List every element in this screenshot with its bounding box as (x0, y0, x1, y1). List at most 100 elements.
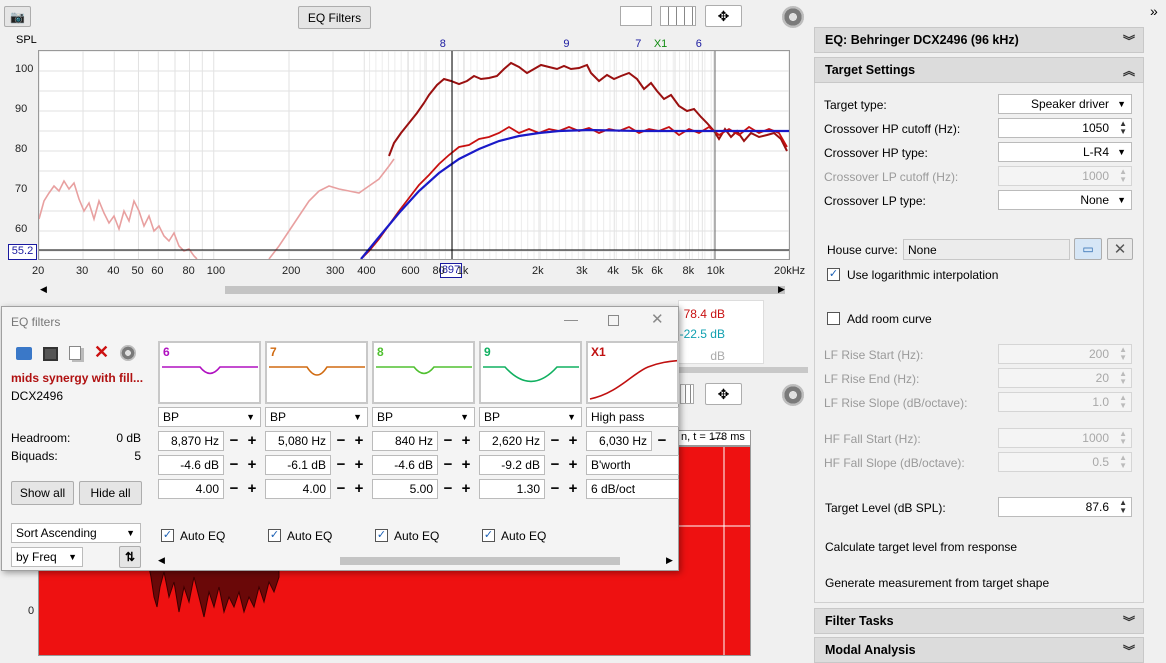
filter-preview-9[interactable]: 9 (479, 341, 582, 404)
target-level-field[interactable]: 87.6 ▲ ▼ (998, 497, 1132, 517)
auto-eq-checkbox[interactable]: ✓ (268, 529, 281, 542)
filter-freq-field[interactable]: 5,080 Hz (265, 431, 331, 451)
filter-preview-6[interactable]: 6 (158, 341, 261, 404)
generate-measurement-link[interactable]: Generate measurement from target shape (825, 576, 1049, 590)
minus-icon[interactable]: − (548, 455, 562, 475)
spl-horizontal-scrollbar[interactable]: ◀ ▶ (38, 284, 790, 296)
scrollbar-thumb[interactable] (225, 286, 785, 294)
chevron-down-icon[interactable]: ▼ (1117, 99, 1126, 109)
filter-q-field[interactable]: 1.30 (479, 479, 545, 499)
filter-freq-field[interactable]: 6,030 Hz (586, 431, 652, 451)
settings-gear-icon[interactable] (120, 345, 136, 361)
plus-icon[interactable]: + (245, 431, 259, 451)
hide-all-button[interactable]: Hide all (79, 481, 142, 505)
add-room-checkbox[interactable] (827, 312, 840, 325)
move-axes-button[interactable]: ✥ (705, 5, 742, 27)
plus-icon[interactable]: + (566, 431, 580, 451)
filter-freq-field[interactable]: 2,620 Hz (479, 431, 545, 451)
auto-eq-checkbox[interactable]: ✓ (482, 529, 495, 542)
minus-icon[interactable]: − (227, 455, 241, 475)
filter-q-field[interactable]: 4.00 (265, 479, 331, 499)
lower-gear-icon[interactable] (782, 384, 804, 406)
chevron-down-icon[interactable]: ▼ (1117, 147, 1126, 157)
filter-gain-field[interactable]: -6.1 dB (265, 455, 331, 475)
minus-icon[interactable]: − (441, 455, 455, 475)
plus-icon[interactable]: + (245, 479, 259, 499)
layout-single-icon[interactable] (620, 6, 652, 26)
filter-gain-field[interactable]: -4.6 dB (372, 455, 438, 475)
plus-icon[interactable]: + (459, 431, 473, 451)
plus-icon[interactable]: + (459, 455, 473, 475)
sort-by-select[interactable]: by Freq ▼ (11, 547, 83, 567)
setting-dropdown[interactable]: L-R4 ▼ (998, 142, 1132, 162)
close-icon[interactable]: ✕ (651, 310, 664, 328)
scroll-right-icon[interactable]: ▶ (778, 284, 785, 295)
eq-panel-header[interactable]: EQ: Behringer DCX2496 (96 kHz) ︾ (814, 27, 1144, 53)
chevron-down-icon[interactable]: ︾ (1123, 32, 1135, 49)
chevron-down-icon[interactable]: ︾ (1123, 613, 1135, 630)
setting-dropdown[interactable]: Speaker driver ▼ (998, 94, 1132, 114)
filter-tasks-header[interactable]: Filter Tasks ︾ (814, 608, 1144, 634)
spinner-icon[interactable]: ▲ ▼ (1119, 120, 1127, 136)
clear-house-curve-button[interactable]: ✕ (1107, 238, 1133, 260)
minus-icon[interactable]: − (441, 479, 455, 499)
minus-icon[interactable]: − (655, 431, 669, 451)
save-icon[interactable] (43, 347, 58, 361)
filter-q-field[interactable]: 5.00 (372, 479, 438, 499)
minus-icon[interactable]: − (441, 431, 455, 451)
camera-button[interactable]: 📷 (4, 6, 31, 27)
plus-icon[interactable]: + (352, 455, 366, 475)
gear-icon[interactable] (782, 6, 804, 28)
sort-direction-button[interactable]: ⇅ (119, 546, 141, 568)
filter-preview-8[interactable]: 8 (372, 341, 475, 404)
minus-icon[interactable]: − (334, 431, 348, 451)
filter-q-field[interactable]: 4.00 (158, 479, 224, 499)
filter-type-select[interactable]: High pass (586, 407, 679, 427)
delete-icon[interactable]: ✕ (94, 342, 109, 363)
filter-type-select[interactable]: BP ▼ (372, 407, 475, 427)
filter-type-select[interactable]: BP ▼ (265, 407, 368, 427)
target-settings-header[interactable]: Target Settings ︽ (814, 57, 1144, 83)
plus-icon[interactable]: + (566, 479, 580, 499)
filter-freq-field[interactable]: 840 Hz (372, 431, 438, 451)
open-folder-button[interactable]: ▭ (1074, 238, 1102, 260)
house-curve-field[interactable]: None (903, 239, 1070, 260)
filter-preview-X1[interactable]: X1 (586, 341, 679, 404)
eq-filters-button[interactable]: EQ Filters (298, 6, 371, 29)
filters-scrollbar[interactable]: ◀ ▶ (158, 555, 676, 567)
filter-preview-7[interactable]: 7 (265, 341, 368, 404)
eq-filters-window[interactable]: EQ filters — ✕ ✕ mids synergy with fill.… (1, 306, 679, 571)
filter-type-select[interactable]: BP ▼ (479, 407, 582, 427)
scroll-left-icon[interactable]: ◀ (40, 284, 47, 295)
collapse-arrow-icon[interactable]: » (1150, 3, 1158, 19)
plus-icon[interactable]: + (566, 455, 580, 475)
show-all-button[interactable]: Show all (11, 481, 74, 505)
layout-columns-icon[interactable] (660, 6, 696, 26)
minimize-icon[interactable]: — (564, 311, 578, 327)
filter-type-select[interactable]: BP ▼ (158, 407, 261, 427)
lower-layout-icon[interactable] (680, 384, 694, 404)
filter-gain-field[interactable]: B'worth (586, 455, 679, 475)
minus-icon[interactable]: − (227, 431, 241, 451)
copy-icon[interactable] (69, 346, 81, 360)
scrollbar-thumb[interactable] (340, 557, 620, 565)
spinner-icon[interactable]: ▲ ▼ (1119, 499, 1127, 515)
minus-icon[interactable]: − (548, 479, 562, 499)
maximize-icon[interactable] (608, 315, 619, 326)
modal-analysis-header[interactable]: Modal Analysis ︾ (814, 637, 1144, 663)
minus-icon[interactable]: − (548, 431, 562, 451)
auto-eq-checkbox[interactable]: ✓ (161, 529, 174, 542)
filter-gain-field[interactable]: -9.2 dB (479, 455, 545, 475)
filter-q-field[interactable]: 6 dB/oct (586, 479, 679, 499)
filter-freq-field[interactable]: 8,870 Hz (158, 431, 224, 451)
auto-eq-checkbox[interactable]: ✓ (375, 529, 388, 542)
setting-spinner[interactable]: 1050 ▲ ▼ (998, 118, 1132, 138)
chevron-up-icon[interactable]: ︽ (1123, 62, 1135, 79)
spl-chart[interactable] (38, 50, 790, 260)
calc-target-link[interactable]: Calculate target level from response (825, 540, 1017, 554)
setting-dropdown[interactable]: None ▼ (998, 190, 1132, 210)
plus-icon[interactable]: + (459, 479, 473, 499)
spinner-icon[interactable]: ▲ ▼ (1119, 168, 1127, 184)
plus-icon[interactable]: + (352, 431, 366, 451)
scroll-right-icon[interactable]: ▶ (666, 555, 673, 566)
